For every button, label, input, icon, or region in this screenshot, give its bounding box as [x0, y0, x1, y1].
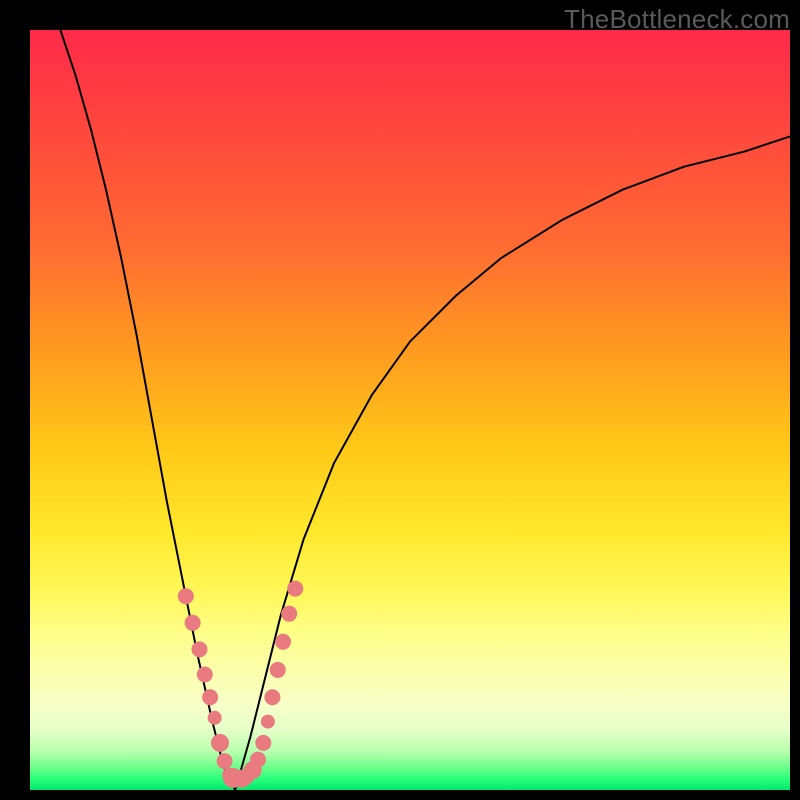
scatter-dot — [211, 734, 229, 752]
bottleneck-curve — [60, 30, 790, 790]
scatter-dot — [281, 606, 297, 622]
scatter-dot — [270, 662, 286, 678]
scatter-dots — [178, 581, 303, 788]
scatter-dot — [250, 752, 266, 768]
scatter-dot — [287, 581, 303, 597]
scatter-dot — [217, 753, 233, 769]
scatter-dot — [275, 634, 291, 650]
watermark-text: TheBottleneck.com — [564, 4, 790, 35]
scatter-dot — [202, 689, 218, 705]
scatter-dot — [185, 615, 201, 631]
scatter-dot — [264, 689, 280, 705]
scatter-dot — [255, 735, 271, 751]
scatter-dot — [191, 641, 207, 657]
chart-frame: TheBottleneck.com — [0, 0, 800, 800]
scatter-dot — [261, 715, 275, 729]
curve-svg — [30, 30, 790, 790]
scatter-dot — [178, 588, 194, 604]
scatter-dot — [197, 666, 213, 682]
scatter-dot — [208, 711, 222, 725]
curve-right-branch — [235, 136, 790, 790]
plot-area — [30, 30, 790, 790]
